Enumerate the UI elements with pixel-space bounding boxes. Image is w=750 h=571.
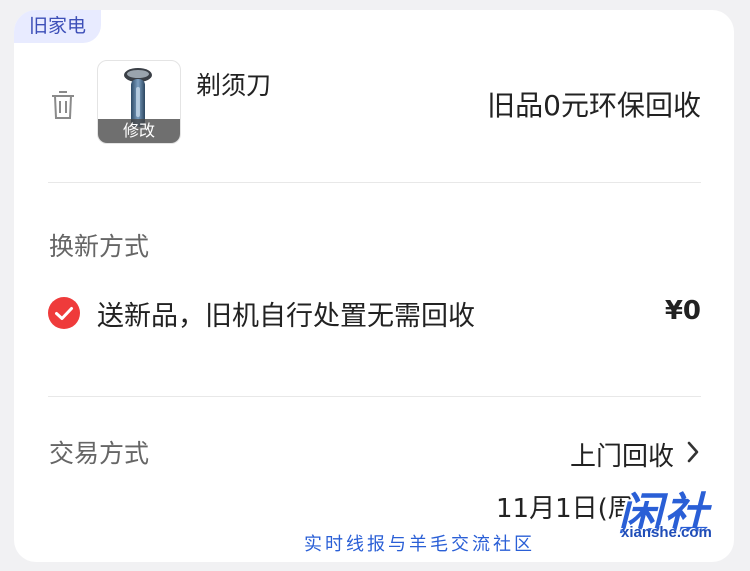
exchange-option-label[interactable]: 送新品，旧机自行处置无需回收	[97, 294, 475, 333]
product-thumbnail[interactable]: 修改	[97, 60, 181, 144]
transaction-method-value[interactable]: 上门回收	[570, 436, 674, 473]
chevron-right-icon[interactable]	[686, 440, 700, 464]
recycle-note: 旧品0元环保回收	[487, 89, 701, 122]
watermark-url: xianshe.com	[621, 524, 712, 541]
divider	[48, 182, 701, 183]
exchange-method-title: 换新方式	[49, 232, 150, 261]
modify-label: 修改	[98, 119, 180, 143]
product-name: 剃须刀	[196, 71, 272, 100]
check-circle-icon[interactable]	[48, 297, 80, 329]
exchange-option-price: ¥0	[664, 296, 701, 326]
pickup-date[interactable]: 11月1日(周	[496, 488, 634, 525]
transaction-method-title: 交易方式	[49, 439, 150, 468]
divider	[48, 396, 701, 397]
watermark-slogan: 实时线报与羊毛交流社区	[304, 534, 535, 555]
trash-icon[interactable]	[50, 90, 76, 120]
old-appliance-tag: 旧家电	[14, 10, 101, 43]
